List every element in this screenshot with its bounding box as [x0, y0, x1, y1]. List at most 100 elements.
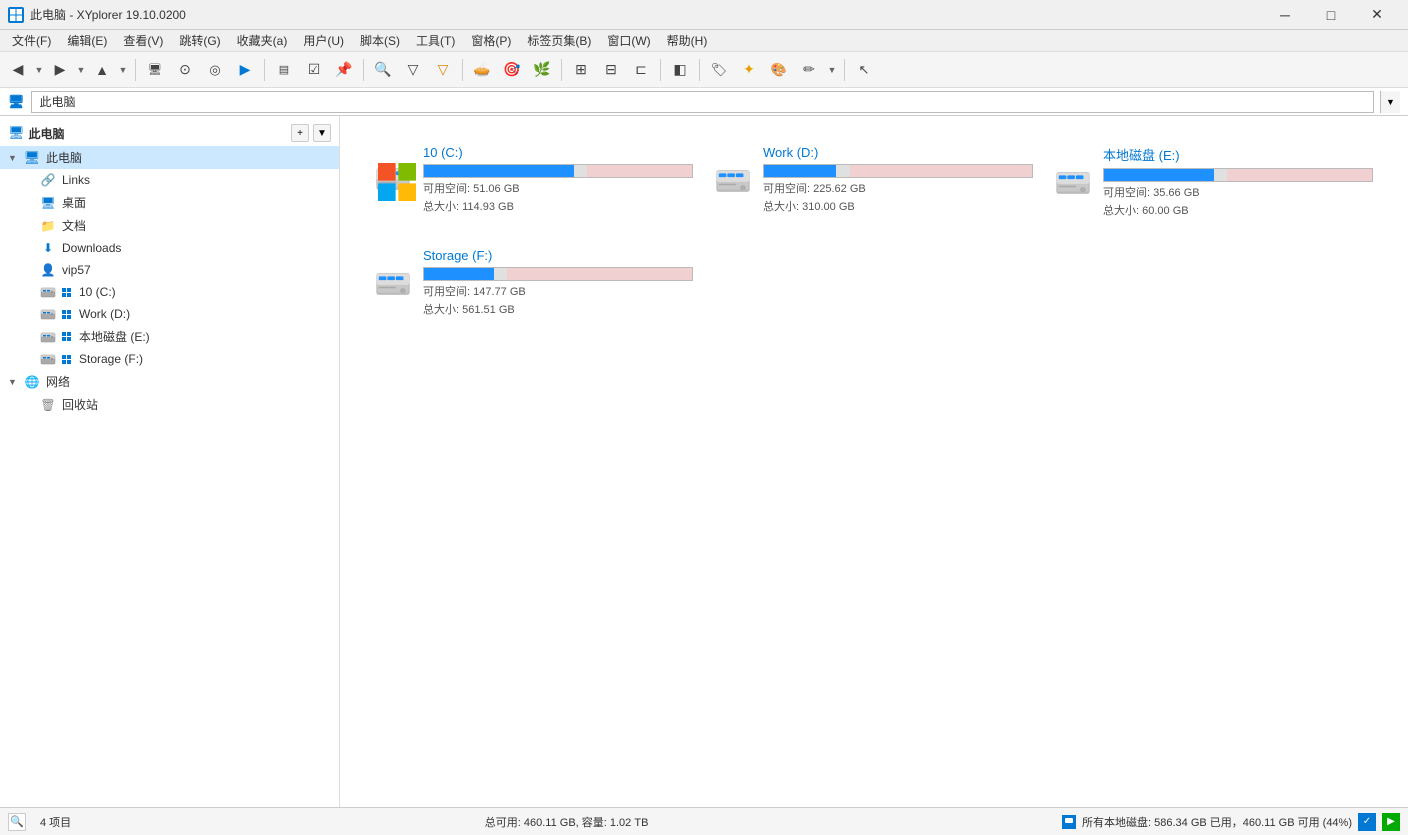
drive-bar-used: [424, 268, 494, 280]
desktop-icon: 🖥: [40, 195, 56, 211]
menu-item[interactable]: 标签页集(B): [519, 30, 599, 51]
drive-small-icon: [40, 329, 56, 345]
menu-item[interactable]: 脚本(S): [352, 30, 408, 51]
drive-bar: [1103, 168, 1373, 182]
grid-button[interactable]: ⊞: [567, 56, 595, 84]
list-button[interactable]: ▤: [270, 56, 298, 84]
check-button[interactable]: ☑: [300, 56, 328, 84]
drive-bar-used: [764, 165, 836, 177]
sidebar-item-d-drive[interactable]: ▶ Work (D:): [0, 303, 339, 325]
drives-grid: 10 (C:) 可用空间: 51.06 GB 总大小: 114.93 GB: [356, 132, 1392, 334]
sidebar-item-downloads[interactable]: ▶ ⬇ Downloads: [0, 237, 339, 259]
filter2-button[interactable]: ▽: [429, 56, 457, 84]
drive-icon: [1054, 163, 1092, 201]
close-button[interactable]: ✕: [1354, 0, 1400, 30]
drive-total: 114.93 GB: [462, 201, 514, 213]
pc-icon: 🖥: [24, 150, 40, 166]
pencil-arrow[interactable]: ▼: [825, 56, 839, 84]
up-button[interactable]: ▲: [88, 56, 116, 84]
sidebar-item-label: Storage (F:): [79, 352, 143, 366]
drive-card-f[interactable]: Storage (F:) 可用空间: 147.77 GB 总大小: 561.51…: [356, 235, 696, 334]
computer-button[interactable]: 🖥: [141, 56, 169, 84]
status-search-button[interactable]: 🔍: [8, 813, 26, 831]
home-button[interactable]: ⊙: [171, 56, 199, 84]
drive-header: 10 (C:) 可用空间: 51.06 GB 总大小: 114.93 GB: [373, 145, 679, 214]
drive-name: 本地磁盘 (E:): [1103, 145, 1373, 164]
sidebar-item-documents[interactable]: ▶ 📁 文档: [0, 214, 339, 237]
drive-bar-free: [850, 165, 1032, 177]
forward-arrow[interactable]: ▼: [74, 56, 88, 84]
sidebar-item-label: 回收站: [62, 396, 98, 413]
target-button[interactable]: 🎯: [498, 56, 526, 84]
menu-item[interactable]: 窗口(W): [599, 30, 658, 51]
menu-item[interactable]: 工具(T): [408, 30, 463, 51]
up-arrow[interactable]: ▼: [116, 56, 130, 84]
sep6: [660, 59, 661, 81]
sep3: [363, 59, 364, 81]
branch-button[interactable]: 🌿: [528, 56, 556, 84]
drive-small-icon: [40, 306, 56, 322]
back-arrow[interactable]: ▼: [32, 56, 46, 84]
menu-item[interactable]: 帮助(H): [659, 30, 716, 51]
sidebar-item-this-pc[interactable]: ▼ 🖥 此电脑: [0, 146, 339, 169]
menu-item[interactable]: 编辑(E): [59, 30, 115, 51]
sidebar-add-button[interactable]: +: [291, 124, 309, 142]
sidebar-item-links[interactable]: ▶ 🔗 Links: [0, 169, 339, 191]
sidebar-item-label: 此电脑: [46, 149, 82, 166]
network-icon: 🌐: [24, 374, 40, 390]
pie-button[interactable]: 🥧: [468, 56, 496, 84]
status-item-count: 4 项目: [40, 814, 71, 830]
windows-logo-icon: [378, 163, 392, 177]
pencil-button[interactable]: ✏: [795, 56, 823, 84]
pin-button[interactable]: 📌: [330, 56, 358, 84]
menu-item[interactable]: 跳转(G): [171, 30, 228, 51]
drive-card-d[interactable]: Work (D:) 可用空间: 225.62 GB 总大小: 310.00 GB: [696, 132, 1036, 235]
drive-bar: [423, 267, 693, 281]
drive-total-stats: 总大小: 60.00 GB: [1103, 202, 1373, 218]
menu-item[interactable]: 查看(V): [115, 30, 171, 51]
drive-bar-free: [1227, 169, 1372, 181]
menu-item[interactable]: 文件(F): [4, 30, 59, 51]
cursor-button[interactable]: ↖: [850, 56, 878, 84]
sidebar-item-vip57[interactable]: ▶ 👤 vip57: [0, 259, 339, 281]
main-layout: 🖥 此电脑 + ▼ ▼ 🖥 此电脑 ▶ 🔗 Links ▶ 🖥 桌面 ▶ 📁 文…: [0, 116, 1408, 807]
collapse-arrow: ▼: [8, 153, 18, 163]
drive-total: 561.51 GB: [462, 304, 515, 316]
maximize-button[interactable]: □: [1308, 0, 1354, 30]
sidebar-item-e-drive[interactable]: ▶ 本地磁盘 (E:): [0, 325, 339, 348]
sidebar-item-recycle[interactable]: ▶ 🗑 回收站: [0, 393, 339, 416]
paint-button[interactable]: 🎨: [765, 56, 793, 84]
free-label: 可用空间:: [1103, 187, 1153, 199]
sidebar-drop-button[interactable]: ▼: [313, 124, 331, 142]
sidebar-items-container: ▼ 🖥 此电脑 ▶ 🔗 Links ▶ 🖥 桌面 ▶ 📁 文档 ▶ ⬇ Down…: [0, 146, 339, 416]
search-button[interactable]: 🔍: [369, 56, 397, 84]
drive-card-c[interactable]: 10 (C:) 可用空间: 51.06 GB 总大小: 114.93 GB: [356, 132, 696, 235]
sync-button[interactable]: ◎: [201, 56, 229, 84]
status-ok-button[interactable]: ✓: [1358, 813, 1376, 831]
menu-item[interactable]: 用户(U): [295, 30, 352, 51]
play-button[interactable]: ▶: [231, 56, 259, 84]
grid2-button[interactable]: ⊟: [597, 56, 625, 84]
status-green-button[interactable]: ▶: [1382, 813, 1400, 831]
sidebar-item-label: Links: [62, 173, 90, 187]
drive-bar-used: [1104, 169, 1214, 181]
back-button[interactable]: ◀: [4, 56, 32, 84]
address-dropdown-button[interactable]: ▼: [1380, 91, 1400, 113]
panel-button[interactable]: ◧: [666, 56, 694, 84]
tag-button[interactable]: 🏷: [705, 56, 733, 84]
minimize-button[interactable]: ─: [1262, 0, 1308, 30]
menu-item[interactable]: 收藏夹(a): [229, 30, 296, 51]
sidebar-item-network[interactable]: ▼ 🌐 网络: [0, 370, 339, 393]
sidebar-item-f-drive[interactable]: ▶ Storage (F:): [0, 348, 339, 370]
drive-icon-wrapper: [713, 160, 753, 200]
menu-item[interactable]: 窗格(P): [463, 30, 519, 51]
split-button[interactable]: ⊏: [627, 56, 655, 84]
star-button[interactable]: ✦: [735, 56, 763, 84]
sidebar-item-desktop[interactable]: ▶ 🖥 桌面: [0, 191, 339, 214]
sidebar-item-c-drive[interactable]: ▶ 10 (C:): [0, 281, 339, 303]
drive-card-e[interactable]: 本地磁盘 (E:) 可用空间: 35.66 GB 总大小: 60.00 GB: [1036, 132, 1376, 235]
filter-button[interactable]: ▽: [399, 56, 427, 84]
status-drive-icon: [1062, 815, 1076, 829]
forward-button[interactable]: ▶: [46, 56, 74, 84]
drive-free: 35.66 GB: [1153, 187, 1199, 199]
